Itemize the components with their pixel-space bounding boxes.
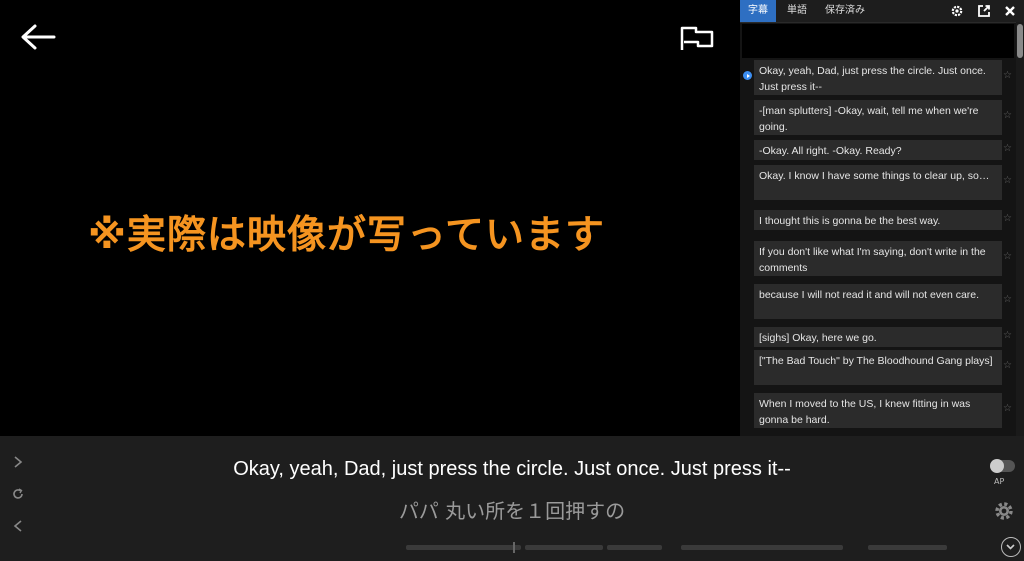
star-icon[interactable]: ☆ <box>1003 143 1012 154</box>
star-icon[interactable]: ☆ <box>1003 294 1012 305</box>
star-icon[interactable]: ☆ <box>1003 330 1012 341</box>
tab-saved[interactable]: 保存済み <box>825 0 865 22</box>
star-icon[interactable]: ☆ <box>1003 403 1012 414</box>
tab-words[interactable]: 単語 <box>787 0 807 22</box>
subtitle-line-text: [sighs] Okay, here we go. <box>759 332 877 344</box>
subtitle-japanese-text: パパ 丸い所を１回押すの <box>398 499 626 523</box>
progress-segment[interactable] <box>525 545 603 550</box>
seek-marker[interactable] <box>513 542 515 553</box>
star-icon[interactable]: ☆ <box>1003 251 1012 262</box>
subtitle-line-text: If you don't like what I'm saying, don't… <box>759 246 986 274</box>
subtitle-line-text: -Okay. All right. -Okay. Ready? <box>759 145 902 157</box>
star-icon[interactable]: ☆ <box>1003 70 1012 81</box>
subtitle-english[interactable]: Okay, yeah, Dad, just press the circle. … <box>0 458 1024 481</box>
export-icon[interactable] <box>977 4 991 18</box>
subtitle-line-text: because I will not read it and will not … <box>759 289 980 301</box>
subtitle-line-text: -[man splutters] -Okay, wait, tell me wh… <box>759 105 979 133</box>
close-icon[interactable] <box>1003 4 1017 18</box>
report-flag-icon[interactable] <box>678 24 716 52</box>
star-icon[interactable]: ☆ <box>1003 360 1012 371</box>
progress-segment[interactable] <box>681 545 843 550</box>
subtitle-line-text: Okay. I know I have some things to clear… <box>759 170 990 182</box>
progress-segment[interactable] <box>868 545 947 550</box>
subtitle-panel: 字幕 単語 保存済み Okay, yeah, Dad, just press t… <box>740 0 1024 436</box>
back-arrow-icon[interactable] <box>20 22 56 52</box>
progress-segment[interactable] <box>607 545 662 550</box>
play-indicator-icon <box>743 71 752 80</box>
autopause-toggle[interactable] <box>990 459 1015 473</box>
overlay-note: ※実際は映像が写っています <box>88 213 605 258</box>
panel-scrollbar[interactable] <box>1016 22 1024 436</box>
star-icon[interactable]: ☆ <box>1003 175 1012 186</box>
subtitle-line-text: When I moved to the US, I knew fitting i… <box>759 398 971 426</box>
chevron-down-circle-icon[interactable] <box>1001 537 1021 557</box>
autopause-label: AP <box>994 477 1005 486</box>
subtitle-line-text: ["The Bad Touch" by The Bloodhound Gang … <box>759 355 993 367</box>
subtitle-english-text: Okay, yeah, Dad, just press the circle. … <box>233 458 791 480</box>
star-icon[interactable]: ☆ <box>1003 213 1012 224</box>
subtitle-bar: Okay, yeah, Dad, just press the circle. … <box>0 436 1024 561</box>
settings-gear-icon[interactable] <box>993 500 1015 522</box>
toggle-knob <box>990 459 1004 473</box>
panel-tabbar: 字幕 単語 保存済み <box>740 0 1024 23</box>
tab-subtitles[interactable]: 字幕 <box>740 0 776 22</box>
subtitle-line-text: I thought this is gonna be the best way. <box>759 215 941 227</box>
gear-icon[interactable] <box>950 4 964 18</box>
subtitle-japanese[interactable]: パパ 丸い所を１回押すの <box>0 495 1024 524</box>
subtitle-line-text: Okay, yeah, Dad, just press the circle. … <box>759 65 986 93</box>
progress-segment[interactable] <box>406 545 521 550</box>
scroll-thumb[interactable] <box>1017 24 1023 58</box>
panel-header-blank <box>742 24 1014 58</box>
video-area[interactable]: ※実際は映像が写っています <box>0 0 740 436</box>
star-icon[interactable]: ☆ <box>1003 110 1012 121</box>
